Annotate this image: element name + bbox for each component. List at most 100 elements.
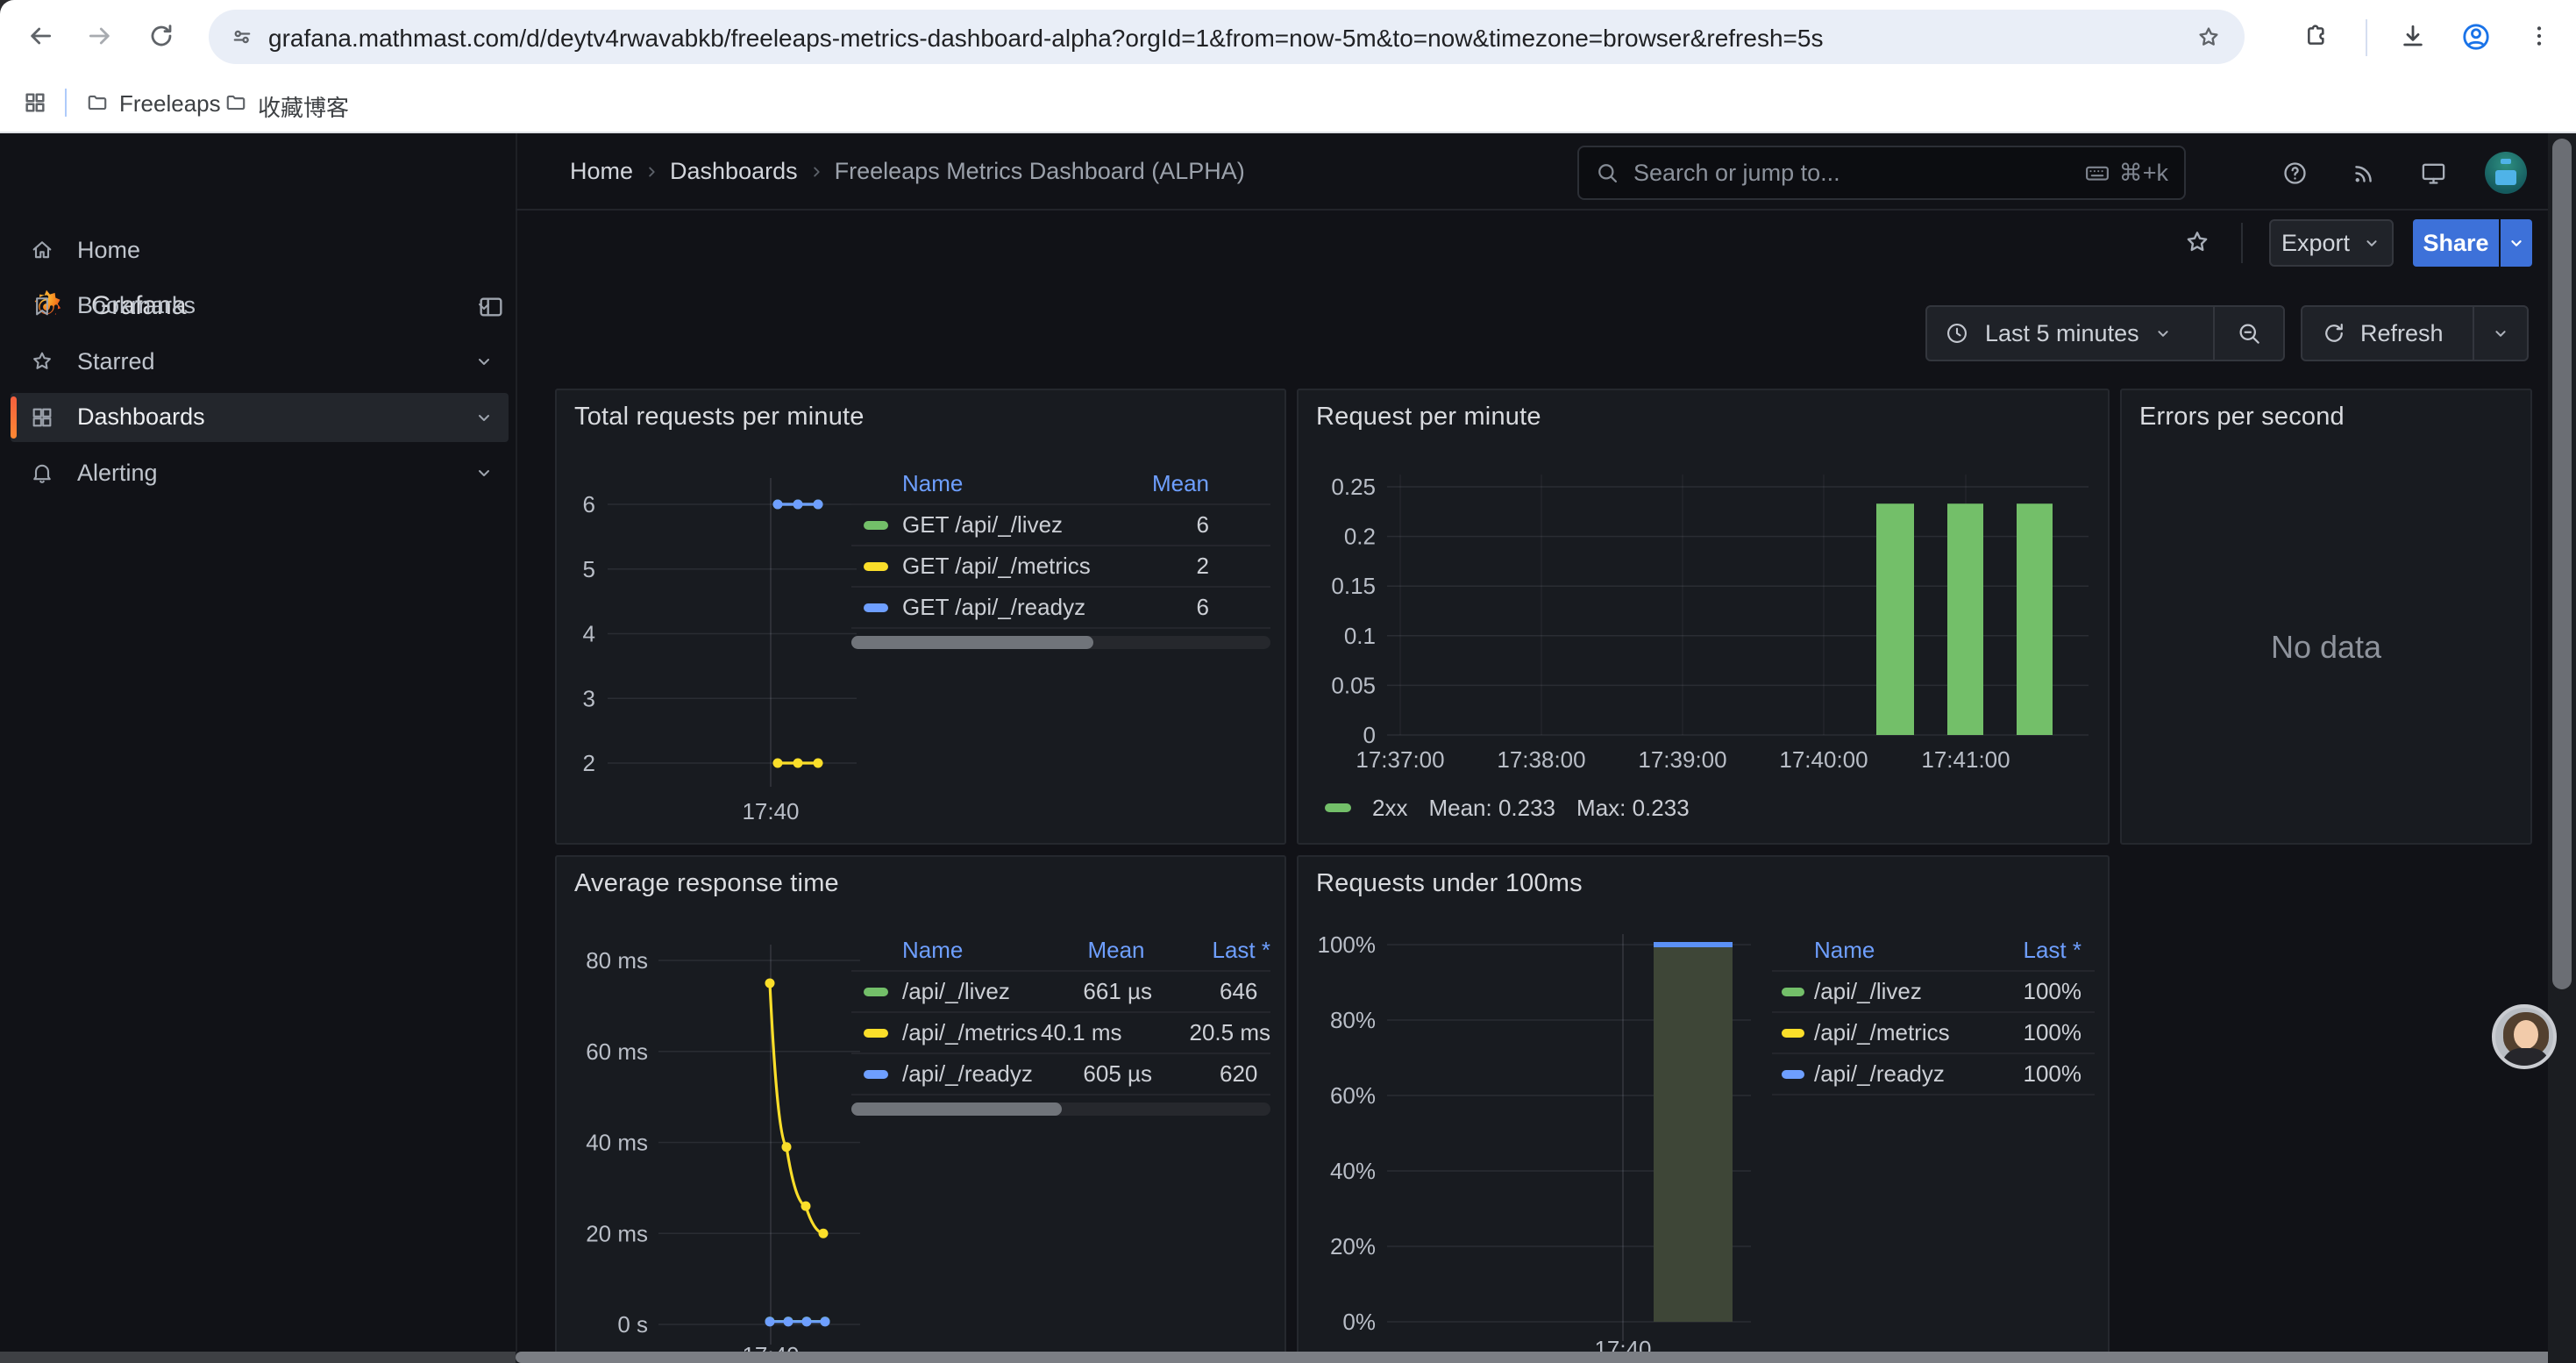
legend-table: Name Mean GET /api/_/livez 6 GET /api/_/… [851,464,1270,649]
legend-row[interactable]: /api/_/livez 100% [1772,972,2095,1013]
series-name[interactable]: /api/_/metrics [902,1019,1041,1046]
series-mean: 605 µs [1064,1060,1152,1088]
series-pill [864,988,888,996]
legend-row[interactable]: /api/_/metrics 100% [1772,1013,2095,1054]
apps-grid-icon[interactable] [23,90,47,115]
refresh-control[interactable]: Refresh [2301,305,2529,361]
favorite-star-icon[interactable] [2183,228,2211,256]
legend-row[interactable]: /api/_/metrics 40.1 ms20.5 ms [851,1013,1270,1054]
series-name[interactable]: 2xx [1372,795,1407,822]
breadcrumb-home[interactable]: Home [570,158,633,185]
legend-row[interactable]: /api/_/readyz 100% [1772,1054,2095,1095]
back-icon[interactable] [26,22,54,50]
chevron-down-icon [2507,233,2526,253]
panel-request-per-minute[interactable]: Request per minute 00.050.10.150.20.2517… [1297,389,2110,845]
sidebar-item-label: Alerting [77,460,158,487]
series-pill [1782,1070,1804,1079]
grid-icon [30,405,54,430]
legend-row[interactable]: /api/_/livez 661 µs646 [851,972,1270,1013]
series-name[interactable]: /api/_/readyz [1814,1060,1989,1088]
svg-text:40 ms: 40 ms [586,1130,648,1156]
bookmark-item[interactable]: 收藏博客 [258,90,349,123]
bookmark-icon [30,294,54,318]
series-name[interactable]: /api/_/readyz [902,1060,1064,1088]
series-name[interactable]: GET /api/_/readyz [902,594,1104,621]
time-range-picker[interactable]: Last 5 minutes [1925,305,2285,361]
profile-icon[interactable] [2460,21,2492,53]
chevron-down-icon[interactable] [473,351,495,372]
svg-text:0: 0 [1363,722,1376,748]
svg-text:4: 4 [583,621,595,647]
series-name[interactable]: /api/_/livez [902,978,1064,1005]
share-button[interactable]: Share [2413,219,2499,267]
panel-requests-under-100ms[interactable]: Requests under 100ms 0%20%40%60%80%100%1… [1297,855,2110,1363]
chevron-down-icon[interactable] [473,407,495,428]
shortcut-label: ⌘+k [2119,160,2168,187]
time-range-label: Last 5 minutes [1985,320,2139,347]
share-dropdown-button[interactable] [2501,219,2532,267]
series-mean: 6 [1104,594,1209,621]
breadcrumb-dashboards[interactable]: Dashboards [670,158,798,185]
zoom-out-icon[interactable] [2215,320,2283,346]
svg-text:20 ms: 20 ms [586,1220,648,1246]
rss-icon[interactable] [2351,160,2378,187]
series-mean: 40.1 ms [1041,1019,1122,1046]
chevron-right-icon [807,162,826,182]
forward-icon[interactable] [86,22,114,50]
svg-text:2: 2 [583,750,595,776]
legend-row[interactable]: /api/_/readyz 605 µs620 [851,1054,1270,1095]
series-last: 100% [1989,1060,2081,1088]
sidebar-item-home[interactable]: Home [11,225,509,275]
extensions-icon[interactable] [2302,22,2330,50]
search-field[interactable] [1633,160,2084,187]
panel-errors-per-second[interactable]: Errors per second No data [2120,389,2532,845]
legend-row[interactable]: GET /api/_/livez 6 [851,505,1270,546]
help-icon[interactable] [2281,160,2309,187]
panel-total-requests[interactable]: Total requests per minute 2345617:40 Nam… [555,389,1286,845]
reload-icon[interactable] [147,22,175,50]
series-name[interactable]: /api/_/metrics [1814,1019,1989,1046]
site-settings-icon[interactable] [230,25,254,49]
export-button[interactable]: Export [2269,219,2394,267]
sidebar-item-dashboards[interactable]: Dashboards [11,393,509,442]
chevron-down-icon[interactable] [473,462,495,483]
legend[interactable]: 2xx Mean: 0.233 Max: 0.233 [1325,790,1690,825]
series-name[interactable]: GET /api/_/metrics [902,553,1104,580]
series-mean: 661 µs [1064,978,1152,1005]
series-name[interactable]: /api/_/livez [1814,978,1989,1005]
legend-scrollbar[interactable] [851,636,1270,649]
horizontal-scrollbar-thumb[interactable] [516,1352,2548,1363]
bookmark-item[interactable]: Freeleaps [119,90,221,118]
legend-row[interactable]: GET /api/_/readyz 6 [851,588,1270,629]
home-icon [30,238,54,262]
vertical-scrollbar-thumb[interactable] [2552,139,2572,989]
svg-text:5: 5 [583,556,595,582]
series-pill [864,562,888,571]
bar-chart: 00.050.10.150.20.2517:37:0017:38:0017:39… [1299,390,2111,846]
sidebar-item-starred[interactable]: Starred [11,337,509,386]
svg-text:0.05: 0.05 [1331,672,1376,698]
floating-assistant-avatar[interactable] [2492,1004,2557,1069]
monitor-icon[interactable] [2420,160,2447,187]
menu-dots-icon[interactable] [2525,22,2553,50]
sidebar-item-bookmarks[interactable]: Bookmarks [11,282,509,331]
avatar-art [2501,1048,2551,1069]
horizontal-scrollbar-track[interactable] [0,1352,516,1363]
url-text[interactable]: grafana.mathmast.com/d/deytv4rwavabkb/fr… [268,25,2153,53]
series-pill [864,1029,888,1038]
svg-text:100%: 100% [1318,931,1377,958]
legend-row[interactable]: GET /api/_/metrics 2 [851,546,1270,588]
download-icon[interactable] [2399,22,2427,50]
panel-average-response-time[interactable]: Average response time 0 s20 ms40 ms60 ms… [555,855,1286,1363]
search-input[interactable]: ⌘+k [1577,146,2186,200]
sidebar-item-alerting[interactable]: Alerting [11,448,509,497]
sidebar-item-label: Dashboards [77,403,205,431]
bookmark-star-icon[interactable] [2195,24,2222,50]
legend-scrollbar[interactable] [851,1103,1270,1116]
chevron-down-icon[interactable] [473,296,495,317]
series-name[interactable]: GET /api/_/livez [902,511,1104,539]
avatar-art [2495,170,2516,185]
chevron-down-icon[interactable] [2474,324,2527,343]
user-avatar[interactable] [2485,152,2527,194]
breadcrumb-current: Freeleaps Metrics Dashboard (ALPHA) [835,158,1245,185]
